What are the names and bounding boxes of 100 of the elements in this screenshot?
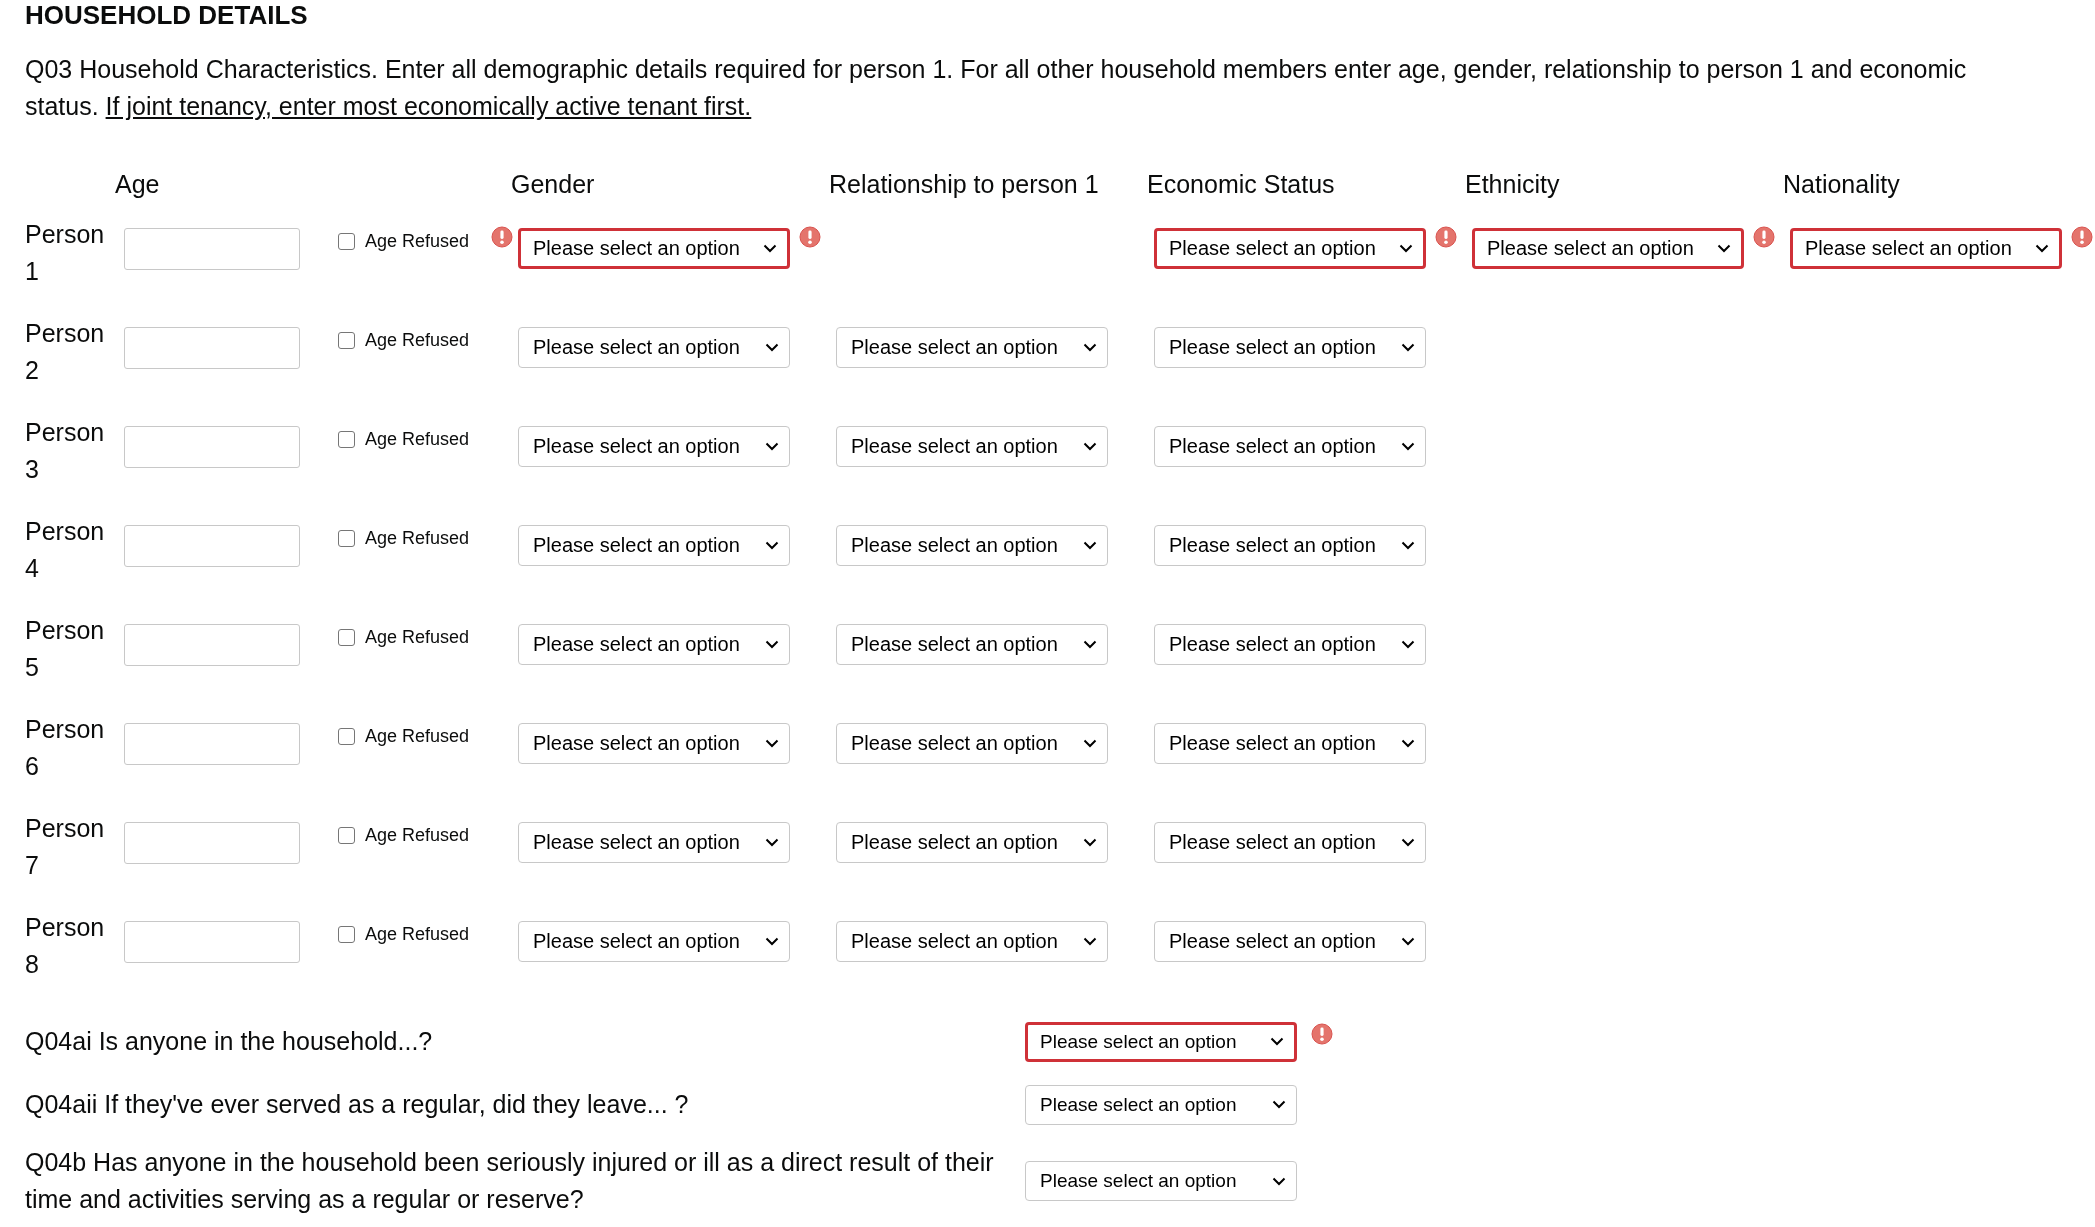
person-label: Person 8 [25, 912, 105, 980]
chevron-icon [765, 442, 779, 451]
checkbox[interactable] [338, 728, 355, 745]
chevron-icon [1401, 541, 1415, 550]
chevron-icon [2035, 244, 2049, 253]
question-text: Q04ai Is anyone in the household...? [25, 1026, 434, 1057]
dropdown[interactable]: Please select an option [836, 426, 1108, 467]
chevron-icon [765, 343, 779, 352]
chevron-icon [1272, 1100, 1286, 1109]
chevron-icon [1083, 343, 1097, 352]
dropdown[interactable]: Please select an option [836, 624, 1108, 665]
chevron-icon [1272, 1176, 1286, 1186]
chevron-icon [765, 640, 779, 649]
age-field[interactable] [124, 525, 300, 567]
checkbox[interactable] [338, 332, 355, 349]
person-label: Person 7 [25, 813, 105, 881]
dropdown[interactable]: Please select an option [1154, 921, 1426, 962]
chevron-icon [1401, 838, 1415, 847]
checkbox-label: Age Refused [365, 429, 470, 450]
checkbox-label: Age Refused [365, 924, 470, 945]
person-label: Person 1 [25, 219, 105, 287]
age-field[interactable] [124, 426, 300, 468]
chevron-icon [1083, 838, 1097, 847]
checkbox-label: Age Refused [365, 627, 470, 648]
dropdown[interactable]: Please select an option [836, 525, 1108, 566]
age-field[interactable] [124, 327, 300, 369]
dropdown[interactable]: Please select an option [518, 723, 790, 764]
column-header: Economic Status [1147, 169, 1336, 199]
dropdown[interactable]: Please select an option [1154, 723, 1426, 764]
chevron-icon [1083, 640, 1097, 649]
chevron-icon [765, 739, 779, 748]
dropdown[interactable]: Please select an option [836, 921, 1108, 962]
instruction-text: Q03 Household Characteristics. Enter all demographic details required for person 1. For all other household members enter age, gender, relationship to person 1 and economic status. If joint tenancy, enter most economically active tenant first. [25, 54, 1968, 122]
chevron-icon [1401, 937, 1415, 946]
checkbox[interactable] [338, 431, 355, 448]
age-field[interactable] [124, 921, 300, 963]
column-header: Gender [511, 169, 596, 199]
person-label: Person 6 [25, 714, 105, 782]
column-header: Ethnicity [1465, 169, 1561, 199]
age-field[interactable] [124, 228, 300, 270]
dropdown[interactable]: Please select an option [518, 822, 790, 863]
age-field[interactable] [124, 822, 300, 864]
dropdown[interactable]: Please select an option [518, 327, 790, 368]
person-label: Person 5 [25, 615, 105, 683]
column-header: Age [115, 169, 161, 199]
instruction-link[interactable]: If joint tenancy, enter most economically active tenant first. [105, 92, 752, 120]
dropdown[interactable]: Please select an option [518, 525, 790, 566]
dropdown[interactable]: Please select an option [1154, 624, 1426, 665]
question-text: Q04b Has anyone in the household been seriously injured or ill as a direct result of their time and activities serving as a regular or reserve? [25, 1147, 995, 1215]
checkbox[interactable] [338, 233, 355, 250]
chevron-icon [1401, 442, 1415, 451]
age-field[interactable] [124, 624, 300, 666]
chevron-icon [1083, 937, 1097, 946]
chevron-icon [763, 244, 777, 253]
column-header: Nationality [1783, 169, 1901, 199]
dropdown[interactable]: Please select an option [1154, 327, 1426, 368]
dropdown[interactable]: Please select an option [1790, 228, 2062, 269]
chevron-icon [1270, 1037, 1284, 1046]
dropdown[interactable]: Please select an option [1472, 228, 1744, 269]
chevron-icon [1717, 244, 1731, 253]
person-label: Person 2 [25, 318, 105, 386]
checkbox[interactable] [338, 926, 355, 943]
person-label: Person 4 [25, 516, 105, 584]
dropdown[interactable]: Please select an option [836, 327, 1108, 368]
checkbox[interactable] [338, 827, 355, 844]
checkbox[interactable] [338, 629, 355, 646]
dropdown[interactable]: Please select an option [1025, 1021, 1297, 1062]
checkbox-label: Age Refused [365, 528, 470, 549]
chevron-icon [765, 541, 779, 550]
dropdown[interactable]: Please select an option [836, 723, 1108, 764]
question-text: Q04aii If they've ever served as a regular, did they leave... ? [25, 1089, 690, 1120]
chevron-icon [1401, 343, 1415, 352]
dropdown[interactable]: Please select an option [518, 921, 790, 962]
person-label: Person 3 [25, 417, 105, 485]
checkbox-label: Age Refused [365, 231, 470, 252]
dropdown[interactable]: Please select an option [1154, 426, 1426, 467]
dropdown[interactable]: Please select an option [518, 228, 790, 269]
dropdown[interactable]: Please select an option [1154, 228, 1426, 269]
checkbox-label: Age Refused [365, 726, 470, 747]
dropdown[interactable]: Please select an option [1025, 1161, 1297, 1201]
checkbox-label: Age Refused [365, 330, 470, 351]
age-field[interactable] [124, 723, 300, 765]
chevron-icon [1401, 739, 1415, 748]
chevron-icon [1401, 640, 1415, 649]
dropdown[interactable]: Please select an option [518, 624, 790, 665]
chevron-icon [1083, 442, 1097, 451]
chevron-icon [1083, 541, 1097, 550]
chevron-icon [1399, 244, 1413, 253]
column-header: Relationship to person 1 [829, 169, 1100, 199]
checkbox[interactable] [338, 530, 355, 547]
chevron-icon [765, 838, 779, 847]
dropdown[interactable]: Please select an option [518, 426, 790, 467]
section-heading: HOUSEHOLD DETAILS [25, 0, 309, 29]
dropdown[interactable]: Please select an option [836, 822, 1108, 863]
chevron-icon [1083, 739, 1097, 748]
chevron-icon [765, 937, 779, 946]
dropdown[interactable]: Please select an option [1154, 822, 1426, 863]
checkbox-label: Age Refused [365, 825, 470, 846]
dropdown[interactable]: Please select an option [1154, 525, 1426, 566]
dropdown[interactable]: Please select an option [1025, 1084, 1297, 1125]
